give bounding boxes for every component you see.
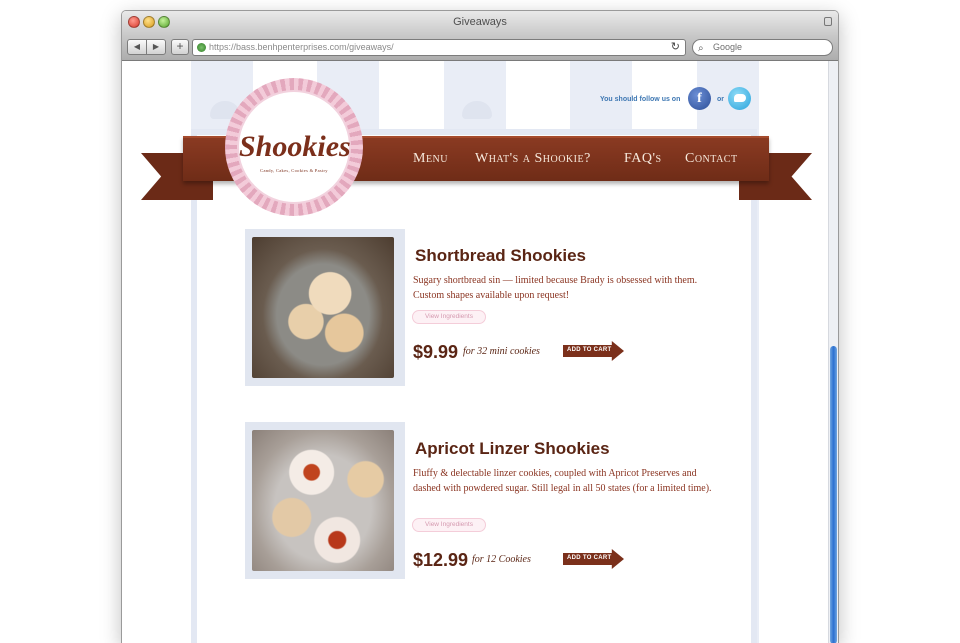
nav-menu[interactable]: Menu [413, 151, 448, 167]
reload-icon[interactable]: ↻ [671, 40, 680, 55]
title-bar: Giveaways [122, 11, 838, 35]
product-title: Apricot Linzer Shookies [415, 439, 610, 458]
logo-badge[interactable]: Shookies Candy, Cakes, Cookies & Pastry [225, 78, 363, 216]
facebook-icon[interactable]: f [688, 87, 711, 110]
add-bookmark-button[interactable]: + [171, 39, 189, 55]
linzer-photo [252, 430, 394, 571]
product-description: Sugary shortbread sin — limited because … [413, 275, 698, 301]
product-image-frame [245, 229, 405, 386]
product-description: Fluffy & delectable linzer cookies, coup… [413, 468, 712, 494]
twitter-icon[interactable] [728, 87, 751, 110]
add-to-cart-label: ADD TO CART [567, 555, 612, 561]
or-text: or [717, 96, 724, 103]
product-image-frame [245, 422, 405, 579]
address-bar[interactable]: https://bass.benhpenterprises.com/giveaw… [192, 39, 686, 56]
product-price: $9.99 [413, 342, 459, 362]
nav-faq[interactable]: FAQ's [624, 151, 662, 167]
site-icon [197, 43, 206, 52]
logo-tagline: Candy, Cakes, Cookies & Pastry [260, 168, 328, 173]
view-ingredients-button[interactable]: View Ingredients [412, 518, 486, 532]
page-viewport: You should follow us on f or Menu What's… [122, 61, 830, 643]
price-note: for 32 mini cookies [463, 346, 540, 357]
logo-inner: Shookies Candy, Cakes, Cookies & Pastry [237, 90, 351, 204]
logo-text: Shookies [239, 130, 351, 163]
twitter-bird-icon [734, 94, 746, 102]
search-input[interactable]: ⌕ Google [692, 39, 833, 56]
vertical-scrollbar[interactable] [828, 61, 838, 643]
nav-contact[interactable]: Contact [685, 151, 738, 167]
view-ingredients-button[interactable]: View Ingredients [412, 310, 486, 324]
add-to-cart-label: ADD TO CART [567, 347, 612, 353]
window-title: Giveaways [453, 16, 507, 28]
forward-button[interactable]: ▶ [146, 39, 166, 55]
url-text: https://bass.benhpenterprises.com/giveaw… [209, 42, 394, 52]
product-title: Shortbread Shookies [415, 246, 586, 265]
shortbread-photo [252, 237, 394, 378]
lock-icon [824, 17, 832, 26]
price-note: for 12 Cookies [472, 554, 531, 565]
search-icon: ⌕ [698, 43, 704, 54]
search-placeholder: Google [713, 42, 743, 52]
product-price: $12.99 [413, 550, 469, 570]
back-button[interactable]: ◀ [127, 39, 147, 55]
follow-text: You should follow us on [600, 96, 681, 103]
nav-whats-a-shookie[interactable]: What's a Shookie? [475, 151, 591, 167]
browser-toolbar: ◀ ▶ + https://bass.benhpenterprises.com/… [122, 35, 838, 61]
scroll-thumb[interactable] [830, 346, 837, 643]
browser-window: Giveaways ◀ ▶ + https://bass.benhpenterp… [121, 10, 839, 643]
